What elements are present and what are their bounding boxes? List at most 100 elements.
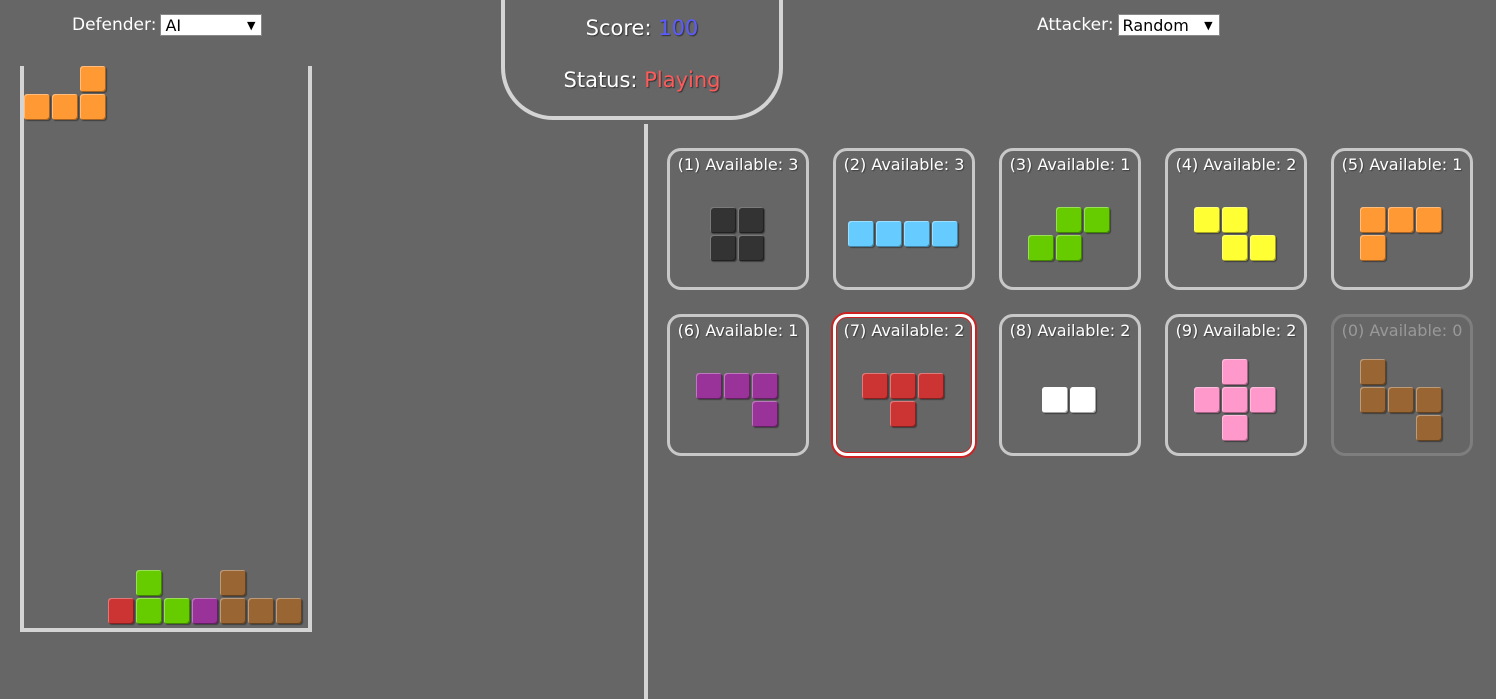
status-value: Playing [644,68,721,92]
piece-L-icon [1360,207,1444,263]
piece-cell [1388,207,1414,233]
piece-card-label: (0) Available: 0 [1341,321,1463,340]
piece-card-label: (3) Available: 1 [1009,155,1131,174]
status-line: Status: Playing [505,68,779,92]
attacker-value: Random [1122,15,1189,35]
piece-cell [752,373,778,399]
piece-card-2[interactable]: (2) Available: 3 [833,148,975,290]
piece-cell [1360,207,1386,233]
dropdown-arrow-icon: ▼ [246,18,256,32]
board-cell-brown [220,570,246,596]
piece-cell [738,207,764,233]
piece-card-label: (2) Available: 3 [843,155,965,174]
piece-cell [696,373,722,399]
piece-O-icon [710,207,766,263]
piece-cell [738,235,764,261]
piece-cell [890,401,916,427]
defender-select[interactable]: AI ▼ [160,14,263,36]
piece-J-icon [696,373,780,429]
piece-cell [724,373,750,399]
piece-cell [890,373,916,399]
piece-card-7[interactable]: (7) Available: 2 [833,314,975,456]
piece-cell [1194,387,1220,413]
piece-cell [918,373,944,399]
piece-cell [862,373,888,399]
score-panel: Score: 100 Status: Playing [501,0,783,120]
piece-card-4[interactable]: (4) Available: 2 [1165,148,1307,290]
piece-U-icon [1360,359,1444,443]
piece-cell [1416,207,1442,233]
piece-cell [848,221,874,247]
piece-Z-icon [1194,207,1278,263]
piece-S-icon [1028,207,1112,263]
board-cell-orange [80,66,106,92]
piece-card-label: (7) Available: 2 [843,321,965,340]
piece-card-8[interactable]: (8) Available: 2 [999,314,1141,456]
piece-cell [710,207,736,233]
piece-cell [1056,207,1082,233]
piece-cell [1222,235,1248,261]
defender-label: Defender: [72,15,157,35]
piece-cell [1042,387,1068,413]
score-value: 100 [658,16,699,40]
board-cell-orange [52,94,78,120]
board-cell-brown [220,598,246,624]
piece-cell [1360,359,1386,385]
piece-cell [1416,387,1442,413]
attacker-selector: Attacker: Random ▼ [1037,14,1220,36]
piece-cell [932,221,958,247]
piece-card-9[interactable]: (9) Available: 2 [1165,314,1307,456]
piece-I-icon [848,221,960,249]
piece-cell [710,235,736,261]
attacker-label: Attacker: [1037,15,1114,35]
piece-cell [1222,387,1248,413]
defender-value: AI [165,15,182,35]
score-label: Score: [585,16,652,40]
piece-card-1[interactable]: (1) Available: 3 [667,148,809,290]
dropdown-arrow-icon: ▼ [1204,18,1213,32]
score-line: Score: 100 [505,16,779,40]
piece-card-label: (4) Available: 2 [1175,155,1297,174]
piece-card-5[interactable]: (5) Available: 1 [1331,148,1473,290]
board-cells [24,66,304,626]
board-cell-red [108,598,134,624]
piece-cell [904,221,930,247]
piece-cell [1222,415,1248,441]
divider [644,124,648,699]
board-cell-brown [248,598,274,624]
piece-cell [1250,387,1276,413]
piece-card-6[interactable]: (6) Available: 1 [667,314,809,456]
piece-cell [1360,387,1386,413]
piece-card-label: (1) Available: 3 [677,155,799,174]
piece-cell [876,221,902,247]
board-cell-brown [276,598,302,624]
piece-card-3[interactable]: (3) Available: 1 [999,148,1141,290]
piece-cell [1028,235,1054,261]
piece-cell [1388,387,1414,413]
piece-T-icon [862,373,946,429]
board-cell-green [136,598,162,624]
piece-cell [1084,207,1110,233]
piece-cell [752,401,778,427]
piece-cell [1194,207,1220,233]
board-cell-purple [192,598,218,624]
defender-selector: Defender: AI ▼ [72,14,263,36]
attacker-select[interactable]: Random ▼ [1117,14,1220,36]
piece-card-label: (8) Available: 2 [1009,321,1131,340]
piece-card-0[interactable]: (0) Available: 0 [1331,314,1473,456]
piece-cell [1222,207,1248,233]
piece-cell [1070,387,1096,413]
piece-card-label: (5) Available: 1 [1341,155,1463,174]
board-cell-green [136,570,162,596]
board-cell-orange [24,94,50,120]
piece-plus-icon [1194,359,1278,443]
piece-card-label: (9) Available: 2 [1175,321,1297,340]
piece-cell [1416,415,1442,441]
piece-cell [1056,235,1082,261]
piece-cell [1360,235,1386,261]
board-cell-orange [80,94,106,120]
piece-cell [1250,235,1276,261]
piece-domino-icon [1042,387,1098,415]
status-label: Status: [563,68,638,92]
board-cell-green [164,598,190,624]
